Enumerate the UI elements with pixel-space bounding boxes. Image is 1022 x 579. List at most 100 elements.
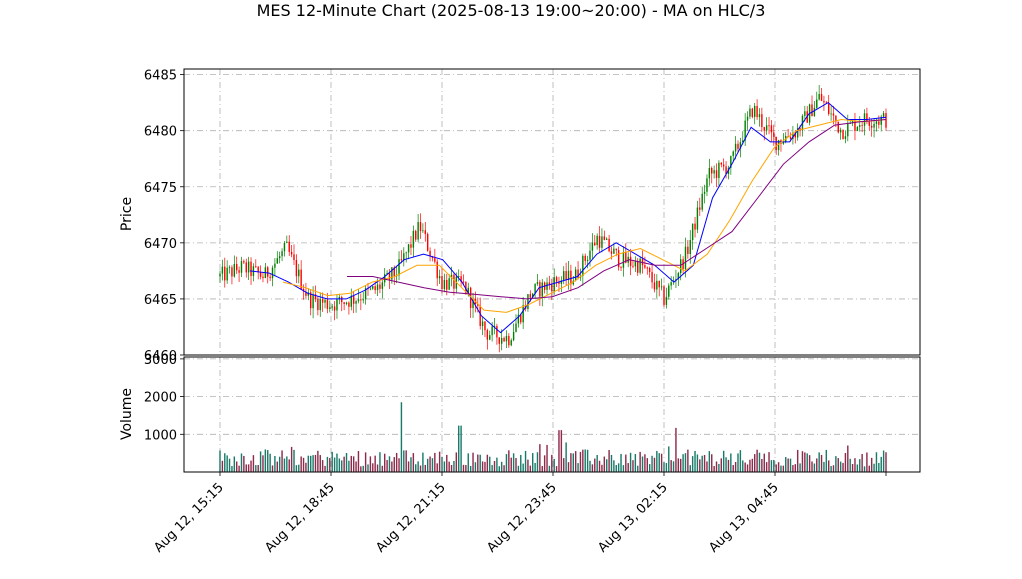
candle-body bbox=[656, 280, 658, 290]
candle-body bbox=[646, 267, 649, 269]
candle-body bbox=[875, 121, 878, 124]
volume-bar bbox=[856, 464, 859, 472]
candle-body bbox=[403, 253, 405, 261]
candle-body bbox=[589, 250, 591, 260]
candle-body bbox=[737, 143, 739, 149]
candle-body bbox=[765, 125, 768, 131]
candle-body bbox=[641, 258, 644, 266]
candle-body bbox=[529, 294, 532, 298]
volume-bar bbox=[262, 455, 264, 472]
candle-body bbox=[426, 233, 429, 251]
candle-body bbox=[679, 259, 682, 274]
volume-bar bbox=[596, 454, 598, 472]
volume-bar bbox=[830, 465, 832, 472]
volume-bar bbox=[644, 454, 646, 472]
candle-body bbox=[696, 207, 699, 230]
volume-bar bbox=[541, 466, 543, 472]
volume-bar bbox=[388, 456, 391, 472]
candle-body bbox=[632, 265, 634, 267]
volume-bar bbox=[357, 451, 360, 472]
candle-body bbox=[434, 258, 436, 262]
candle-body bbox=[281, 251, 283, 257]
volume-bar bbox=[386, 460, 388, 472]
volume-bar bbox=[319, 455, 321, 472]
volume-bar bbox=[460, 425, 462, 472]
candle-body bbox=[563, 271, 565, 281]
candle-body bbox=[288, 241, 290, 252]
volume-bar bbox=[854, 458, 856, 472]
volume-bar bbox=[632, 460, 634, 472]
volume-bar bbox=[627, 463, 629, 472]
volume-bar bbox=[832, 465, 835, 472]
volume-bar bbox=[503, 465, 505, 472]
candle-body bbox=[240, 261, 243, 273]
volume-bar bbox=[455, 452, 458, 472]
candle-body bbox=[689, 240, 691, 255]
volume-bar bbox=[722, 450, 725, 472]
chart-svg: MES 12-Minute Chart (2025-08-13 19:00~20… bbox=[119, 1, 921, 556]
volume-bar bbox=[749, 459, 751, 472]
candle-body bbox=[417, 222, 419, 240]
candle-body bbox=[441, 276, 443, 290]
candle-body bbox=[856, 126, 859, 131]
candle-body bbox=[457, 276, 460, 277]
volume-bar bbox=[534, 462, 536, 472]
volume-bar bbox=[696, 454, 699, 472]
candle-body bbox=[699, 207, 701, 210]
candle-body bbox=[312, 294, 314, 309]
volume-bar bbox=[505, 454, 508, 472]
volume-bar bbox=[479, 454, 481, 472]
x-tick-label: Aug 12, 23:45 bbox=[484, 480, 560, 556]
volume-bar bbox=[515, 458, 517, 472]
candle-body bbox=[400, 259, 403, 261]
candle-body bbox=[546, 282, 548, 290]
volume-bar bbox=[288, 459, 290, 472]
volume-bar bbox=[677, 458, 680, 472]
candle-body bbox=[687, 246, 689, 255]
volume-bar bbox=[383, 453, 386, 472]
volume-bar bbox=[739, 450, 742, 472]
volume-bar bbox=[536, 452, 539, 472]
candle-body bbox=[885, 113, 887, 128]
volume-bar bbox=[500, 461, 503, 472]
volume-bar bbox=[577, 463, 579, 472]
candle-body bbox=[462, 281, 465, 283]
candle-body bbox=[510, 340, 512, 346]
volume-bar bbox=[555, 466, 558, 472]
volume-bar bbox=[839, 461, 842, 472]
volume-bar bbox=[665, 463, 668, 472]
candle-body bbox=[376, 284, 379, 291]
volume-bar bbox=[281, 450, 283, 472]
candle-body bbox=[522, 305, 524, 323]
candle-body bbox=[448, 278, 450, 290]
volume-bar bbox=[801, 451, 804, 472]
volume-bar bbox=[844, 452, 847, 472]
volume-bar bbox=[376, 464, 379, 472]
volume-bar bbox=[701, 455, 703, 472]
volume-bar bbox=[847, 445, 849, 472]
volume-bar bbox=[582, 449, 584, 472]
volume-bar bbox=[245, 464, 247, 472]
candle-body bbox=[555, 277, 558, 282]
volume-bar bbox=[608, 450, 610, 472]
candle-body bbox=[438, 276, 441, 279]
candle-body bbox=[768, 125, 770, 127]
candle-body bbox=[861, 125, 863, 126]
volume-bar bbox=[233, 456, 236, 472]
volume-bar bbox=[531, 453, 534, 472]
candle-body bbox=[839, 129, 842, 133]
volume-tick-label: 2000 bbox=[144, 391, 177, 406]
candle-body bbox=[670, 282, 672, 286]
candle-body bbox=[842, 129, 844, 139]
candle-body bbox=[372, 286, 374, 289]
volume-bar bbox=[491, 465, 493, 472]
volume-tick-label: 1000 bbox=[144, 428, 177, 443]
volume-bar bbox=[238, 465, 240, 472]
volume-bar bbox=[481, 461, 484, 472]
volume-bar bbox=[350, 455, 353, 472]
volume-bar bbox=[259, 451, 262, 472]
volume-bar bbox=[813, 463, 816, 472]
volume-bar bbox=[782, 465, 785, 472]
candle-body bbox=[596, 235, 598, 246]
candle-body bbox=[295, 260, 298, 277]
